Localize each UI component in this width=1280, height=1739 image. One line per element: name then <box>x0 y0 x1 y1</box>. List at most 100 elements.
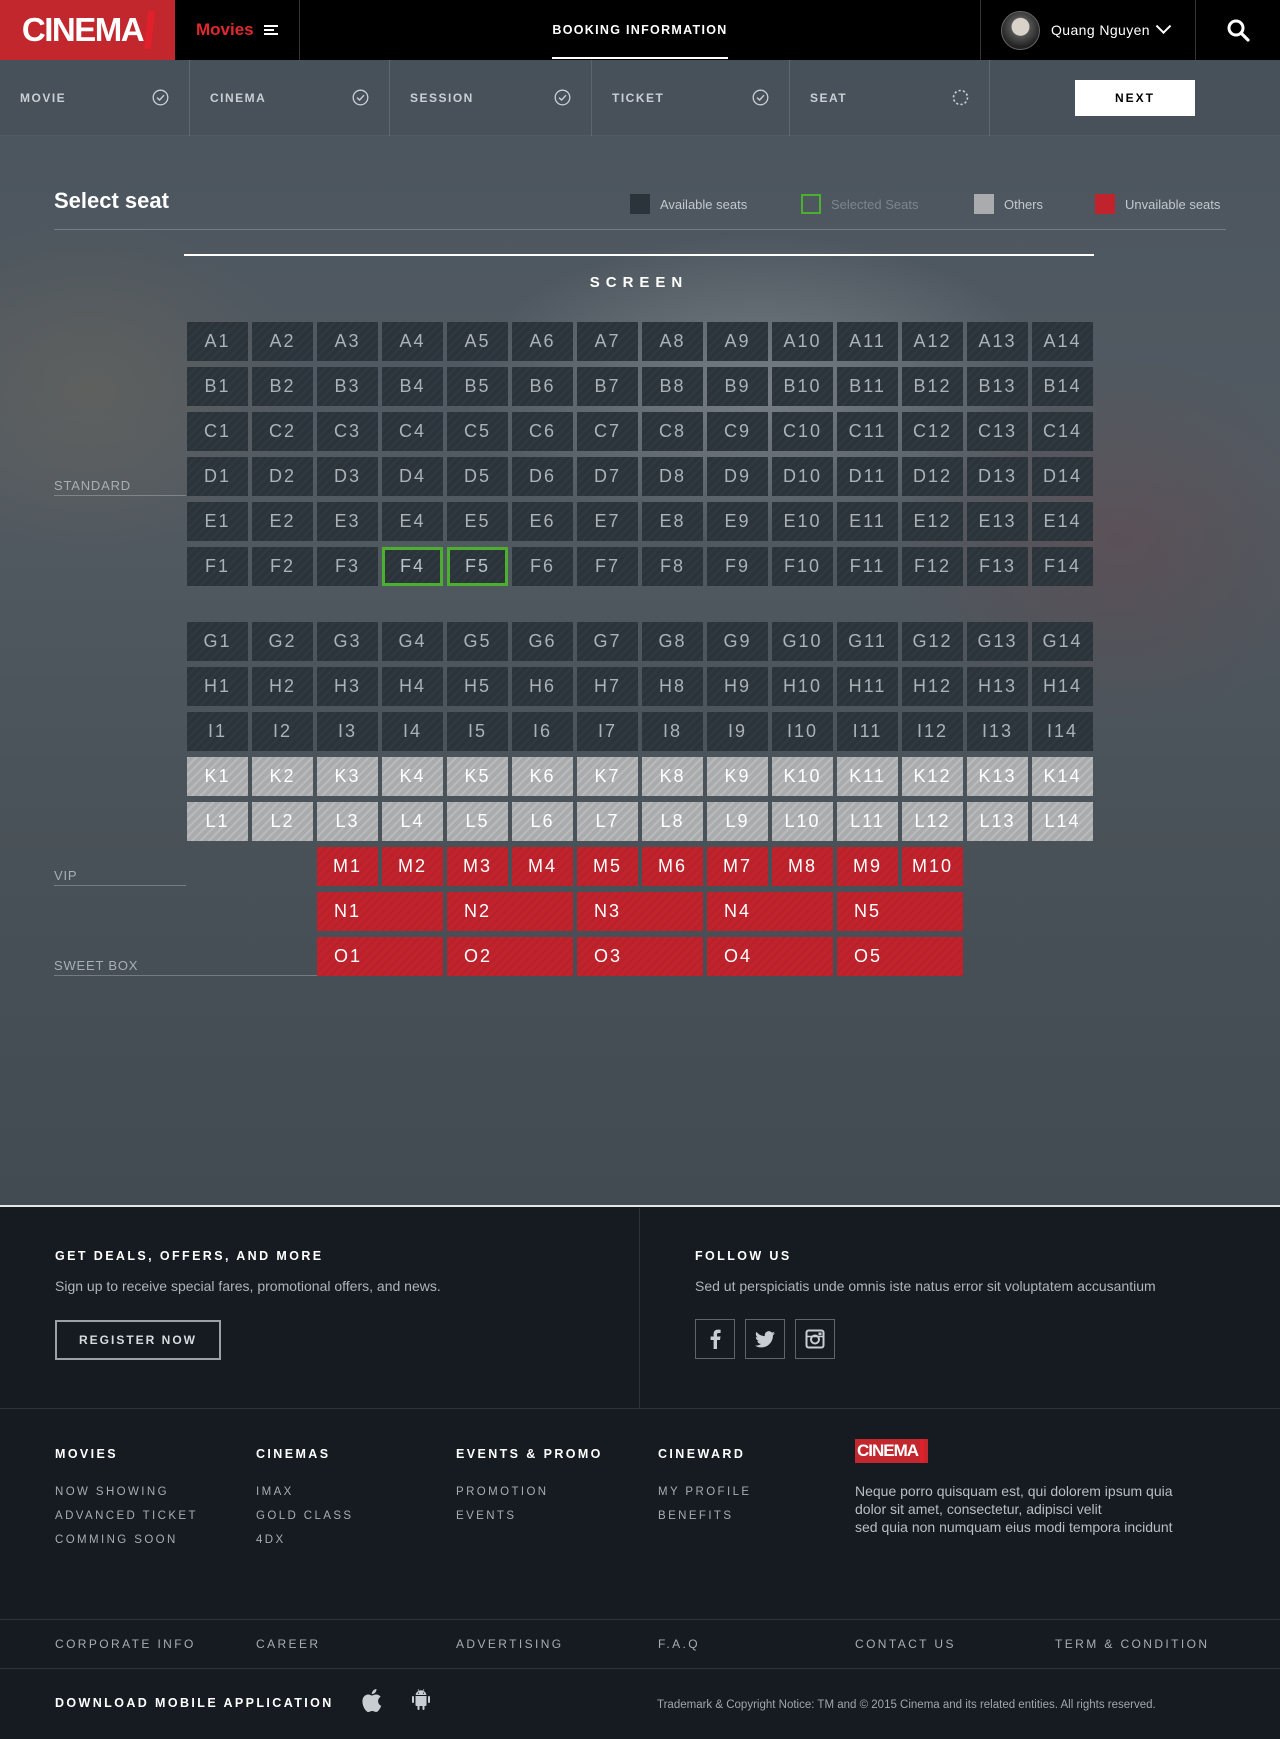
step-seat[interactable]: SEAT <box>790 60 990 136</box>
seat-d8[interactable]: D8 <box>642 457 703 496</box>
seat-g1[interactable]: G1 <box>187 622 248 661</box>
twitter-button[interactable] <box>745 1319 785 1359</box>
seat-a5[interactable]: A5 <box>447 322 508 361</box>
seat-e3[interactable]: E3 <box>317 502 378 541</box>
seat-g8[interactable]: G8 <box>642 622 703 661</box>
seat-h6[interactable]: H6 <box>512 667 573 706</box>
seat-i4[interactable]: I4 <box>382 712 443 751</box>
seat-e14[interactable]: E14 <box>1032 502 1093 541</box>
seat-g9[interactable]: G9 <box>707 622 768 661</box>
seat-l8[interactable]: L8 <box>642 802 703 841</box>
footer-link-promotion[interactable]: PROMOTION <box>456 1486 549 1498</box>
seat-l5[interactable]: L5 <box>447 802 508 841</box>
seat-g13[interactable]: G13 <box>967 622 1028 661</box>
seat-k13[interactable]: K13 <box>967 757 1028 796</box>
seat-c8[interactable]: C8 <box>642 412 703 451</box>
footer-link-comming-soon[interactable]: COMMING SOON <box>55 1534 178 1546</box>
footer-link-now-showing[interactable]: NOW SHOWING <box>55 1486 169 1498</box>
search-button[interactable] <box>1196 0 1280 60</box>
seat-k11[interactable]: K11 <box>837 757 898 796</box>
seat-h11[interactable]: H11 <box>837 667 898 706</box>
seat-l6[interactable]: L6 <box>512 802 573 841</box>
seat-c12[interactable]: C12 <box>902 412 963 451</box>
seat-c9[interactable]: C9 <box>707 412 768 451</box>
seat-l3[interactable]: L3 <box>317 802 378 841</box>
bottom-link-term-condition[interactable]: TERM & CONDITION <box>1055 1637 1209 1651</box>
seat-i6[interactable]: I6 <box>512 712 573 751</box>
seat-l4[interactable]: L4 <box>382 802 443 841</box>
step-movie[interactable]: MOVIE <box>0 60 190 136</box>
seat-i5[interactable]: I5 <box>447 712 508 751</box>
seat-b12[interactable]: B12 <box>902 367 963 406</box>
seat-e12[interactable]: E12 <box>902 502 963 541</box>
seat-d6[interactable]: D6 <box>512 457 573 496</box>
user-menu[interactable]: Quang Nguyen <box>980 0 1196 60</box>
seat-a8[interactable]: A8 <box>642 322 703 361</box>
seat-h1[interactable]: H1 <box>187 667 248 706</box>
seat-k1[interactable]: K1 <box>187 757 248 796</box>
seat-d10[interactable]: D10 <box>772 457 833 496</box>
seat-k3[interactable]: K3 <box>317 757 378 796</box>
seat-f13[interactable]: F13 <box>967 547 1028 586</box>
seat-b3[interactable]: B3 <box>317 367 378 406</box>
seat-f14[interactable]: F14 <box>1032 547 1093 586</box>
step-session[interactable]: SESSION <box>390 60 592 136</box>
seat-f1[interactable]: F1 <box>187 547 248 586</box>
seat-b10[interactable]: B10 <box>772 367 833 406</box>
bottom-link-contact-us[interactable]: CONTACT US <box>855 1637 956 1651</box>
seat-f6[interactable]: F6 <box>512 547 573 586</box>
seat-l12[interactable]: L12 <box>902 802 963 841</box>
seat-f2[interactable]: F2 <box>252 547 313 586</box>
seat-c7[interactable]: C7 <box>577 412 638 451</box>
seat-g4[interactable]: G4 <box>382 622 443 661</box>
cinema-logo[interactable]: CINEMA <box>0 0 175 60</box>
bottom-link-faq[interactable]: F.A.Q <box>658 1637 700 1651</box>
bottom-link-career[interactable]: CAREER <box>256 1637 320 1651</box>
seat-i14[interactable]: I14 <box>1032 712 1093 751</box>
seat-g5[interactable]: G5 <box>447 622 508 661</box>
step-ticket[interactable]: TICKET <box>592 60 790 136</box>
seat-g7[interactable]: G7 <box>577 622 638 661</box>
seat-e5[interactable]: E5 <box>447 502 508 541</box>
seat-b8[interactable]: B8 <box>642 367 703 406</box>
seat-b2[interactable]: B2 <box>252 367 313 406</box>
android-store-link[interactable] <box>412 1689 434 1713</box>
bottom-link-advertising[interactable]: ADVERTISING <box>456 1637 564 1651</box>
seat-e10[interactable]: E10 <box>772 502 833 541</box>
seat-c6[interactable]: C6 <box>512 412 573 451</box>
seat-i2[interactable]: I2 <box>252 712 313 751</box>
seat-a4[interactable]: A4 <box>382 322 443 361</box>
seat-b9[interactable]: B9 <box>707 367 768 406</box>
seat-b4[interactable]: B4 <box>382 367 443 406</box>
seat-l11[interactable]: L11 <box>837 802 898 841</box>
seat-h4[interactable]: H4 <box>382 667 443 706</box>
seat-k5[interactable]: K5 <box>447 757 508 796</box>
seat-f5[interactable]: F5 <box>447 547 508 586</box>
seat-i7[interactable]: I7 <box>577 712 638 751</box>
seat-k4[interactable]: K4 <box>382 757 443 796</box>
next-button[interactable]: NEXT <box>1075 80 1195 116</box>
seat-i13[interactable]: I13 <box>967 712 1028 751</box>
seat-a12[interactable]: A12 <box>902 322 963 361</box>
seat-a2[interactable]: A2 <box>252 322 313 361</box>
seat-a13[interactable]: A13 <box>967 322 1028 361</box>
seat-k9[interactable]: K9 <box>707 757 768 796</box>
seat-a10[interactable]: A10 <box>772 322 833 361</box>
seat-f3[interactable]: F3 <box>317 547 378 586</box>
seat-k12[interactable]: K12 <box>902 757 963 796</box>
footer-link-imax[interactable]: IMAX <box>256 1486 294 1498</box>
seat-f12[interactable]: F12 <box>902 547 963 586</box>
seat-g12[interactable]: G12 <box>902 622 963 661</box>
seat-g14[interactable]: G14 <box>1032 622 1093 661</box>
seat-h3[interactable]: H3 <box>317 667 378 706</box>
seat-f9[interactable]: F9 <box>707 547 768 586</box>
seat-f7[interactable]: F7 <box>577 547 638 586</box>
seat-k7[interactable]: K7 <box>577 757 638 796</box>
seat-i9[interactable]: I9 <box>707 712 768 751</box>
seat-k8[interactable]: K8 <box>642 757 703 796</box>
seat-i1[interactable]: I1 <box>187 712 248 751</box>
seat-b5[interactable]: B5 <box>447 367 508 406</box>
seat-l2[interactable]: L2 <box>252 802 313 841</box>
footer-link-advanced-ticket[interactable]: ADVANCED TICKET <box>55 1510 198 1522</box>
seat-e9[interactable]: E9 <box>707 502 768 541</box>
